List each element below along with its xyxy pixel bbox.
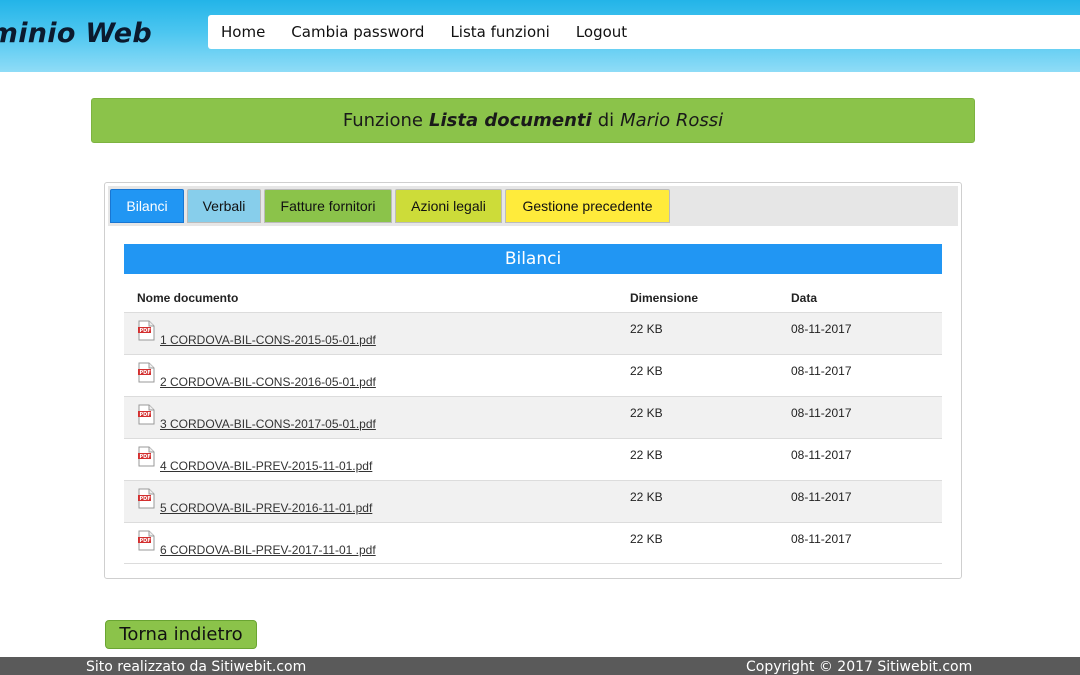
nav-change-password[interactable]: Cambia password [291, 23, 424, 41]
pdf-file-icon: PDF [138, 404, 155, 425]
document-link[interactable]: 2 CORDOVA-BIL-CONS-2016-05-01.pdf [160, 375, 376, 389]
tab-azioni-legali[interactable]: Azioni legali [395, 189, 502, 223]
svg-text:PDF: PDF [140, 454, 151, 460]
cell-size: 22 KB [630, 364, 663, 378]
cell-size: 22 KB [630, 448, 663, 462]
main-nav: Home Cambia password Lista funzioni Logo… [208, 15, 1080, 49]
pdf-file-icon: PDF [138, 362, 155, 383]
tab-bilanci[interactable]: Bilanci [110, 189, 184, 223]
pdf-file-icon: PDF [138, 488, 155, 509]
nav-home[interactable]: Home [221, 23, 265, 41]
cell-date: 08-11-2017 [791, 490, 852, 504]
column-header-name: Nome documento [137, 290, 239, 305]
cell-date: 08-11-2017 [791, 448, 852, 462]
svg-text:PDF: PDF [140, 412, 151, 418]
footer: Sito realizzato da Sitiwebit.com Copyrig… [0, 657, 1080, 675]
cell-name: PDF 1 CORDOVA-BIL-CONS-2015-05-01.pdf [124, 313, 630, 354]
site-logo[interactable]: Condominio Web [0, 18, 200, 58]
documents-panel: Bilanci Verbali Fatture fornitori Azioni… [104, 182, 962, 579]
banner-prefix: Funzione [342, 110, 424, 131]
table-row: PDF 4 CORDOVA-BIL-PREV-2015-11-01.pdf 22 K… [124, 438, 942, 480]
cell-date: 08-11-2017 [791, 322, 852, 336]
document-link[interactable]: 1 CORDOVA-BIL-CONS-2015-05-01.pdf [160, 333, 376, 347]
footer-credits: Sito realizzato da Sitiwebit.com [86, 659, 307, 675]
cell-size: 22 KB [630, 406, 663, 420]
document-link[interactable]: 4 CORDOVA-BIL-PREV-2015-11-01.pdf [160, 459, 372, 473]
table-body: PDF 1 CORDOVA-BIL-CONS-2015-05-01.pdf 22 K… [124, 312, 942, 564]
cell-size: 22 KB [630, 490, 663, 504]
cell-size: 22 KB [630, 322, 663, 336]
table-header: Nome documento Dimensione Data [124, 283, 942, 312]
documents-table: Nome documento Dimensione Data PDF 1 CORD… [124, 283, 942, 564]
cell-date: 08-11-2017 [791, 532, 852, 546]
pdf-file-icon: PDF [138, 530, 155, 551]
tab-fatture-fornitori[interactable]: Fatture fornitori [264, 189, 392, 223]
cell-name: PDF 5 CORDOVA-BIL-PREV-2016-11-01.pdf [124, 481, 630, 522]
section-title: Bilanci [124, 244, 942, 274]
tab-verbali[interactable]: Verbali [187, 189, 261, 223]
page-title-banner: Funzione Lista documenti di Mario Rossi [91, 98, 975, 143]
cell-date: 08-11-2017 [791, 364, 852, 378]
table-row: PDF 6 CORDOVA-BIL-PREV-2017-11-01 .pdf 22 … [124, 522, 942, 564]
table-row: PDF 3 CORDOVA-BIL-CONS-2017-05-01.pdf 22 K… [124, 396, 942, 438]
banner-user-name: Mario Rossi [620, 110, 724, 131]
cell-name: PDF 6 CORDOVA-BIL-PREV-2017-11-01 .pdf [124, 523, 630, 563]
nav-function-list[interactable]: Lista funzioni [450, 23, 549, 41]
header-bar: Condominio Web Home Cambia password List… [0, 0, 1080, 72]
document-link[interactable]: 5 CORDOVA-BIL-PREV-2016-11-01.pdf [160, 501, 372, 515]
table-row: PDF 1 CORDOVA-BIL-CONS-2015-05-01.pdf 22 K… [124, 312, 942, 354]
column-header-date: Data [791, 290, 818, 305]
cell-name: PDF 2 CORDOVA-BIL-CONS-2016-05-01.pdf [124, 355, 630, 396]
table-row: PDF 5 CORDOVA-BIL-PREV-2016-11-01.pdf 22 K… [124, 480, 942, 522]
category-tabs: Bilanci Verbali Fatture fornitori Azioni… [108, 186, 958, 226]
back-button[interactable]: Torna indietro [105, 620, 257, 649]
table-row: PDF 2 CORDOVA-BIL-CONS-2016-05-01.pdf 22 K… [124, 354, 942, 396]
banner-connector: di [597, 110, 615, 131]
document-link[interactable]: 3 CORDOVA-BIL-CONS-2017-05-01.pdf [160, 417, 376, 431]
site-title: Condominio Web [0, 18, 152, 49]
footer-copyright: Copyright © 2017 Sitiwebit.com [746, 659, 973, 675]
document-link[interactable]: 6 CORDOVA-BIL-PREV-2017-11-01 .pdf [160, 543, 376, 557]
pdf-file-icon: PDF [138, 320, 155, 341]
pdf-file-icon: PDF [138, 446, 155, 467]
svg-text:PDF: PDF [140, 370, 151, 376]
svg-text:PDF: PDF [140, 538, 151, 544]
nav-logout[interactable]: Logout [576, 23, 627, 41]
cell-name: PDF 3 CORDOVA-BIL-CONS-2017-05-01.pdf [124, 397, 630, 438]
svg-text:PDF: PDF [140, 328, 151, 334]
banner-function-name: Lista documenti [429, 110, 592, 131]
svg-text:PDF: PDF [140, 496, 151, 502]
column-header-size: Dimensione [630, 290, 699, 305]
tab-gestione-precedente[interactable]: Gestione precedente [505, 189, 670, 223]
cell-name: PDF 4 CORDOVA-BIL-PREV-2015-11-01.pdf [124, 439, 630, 480]
cell-date: 08-11-2017 [791, 406, 852, 420]
cell-size: 22 KB [630, 532, 663, 546]
